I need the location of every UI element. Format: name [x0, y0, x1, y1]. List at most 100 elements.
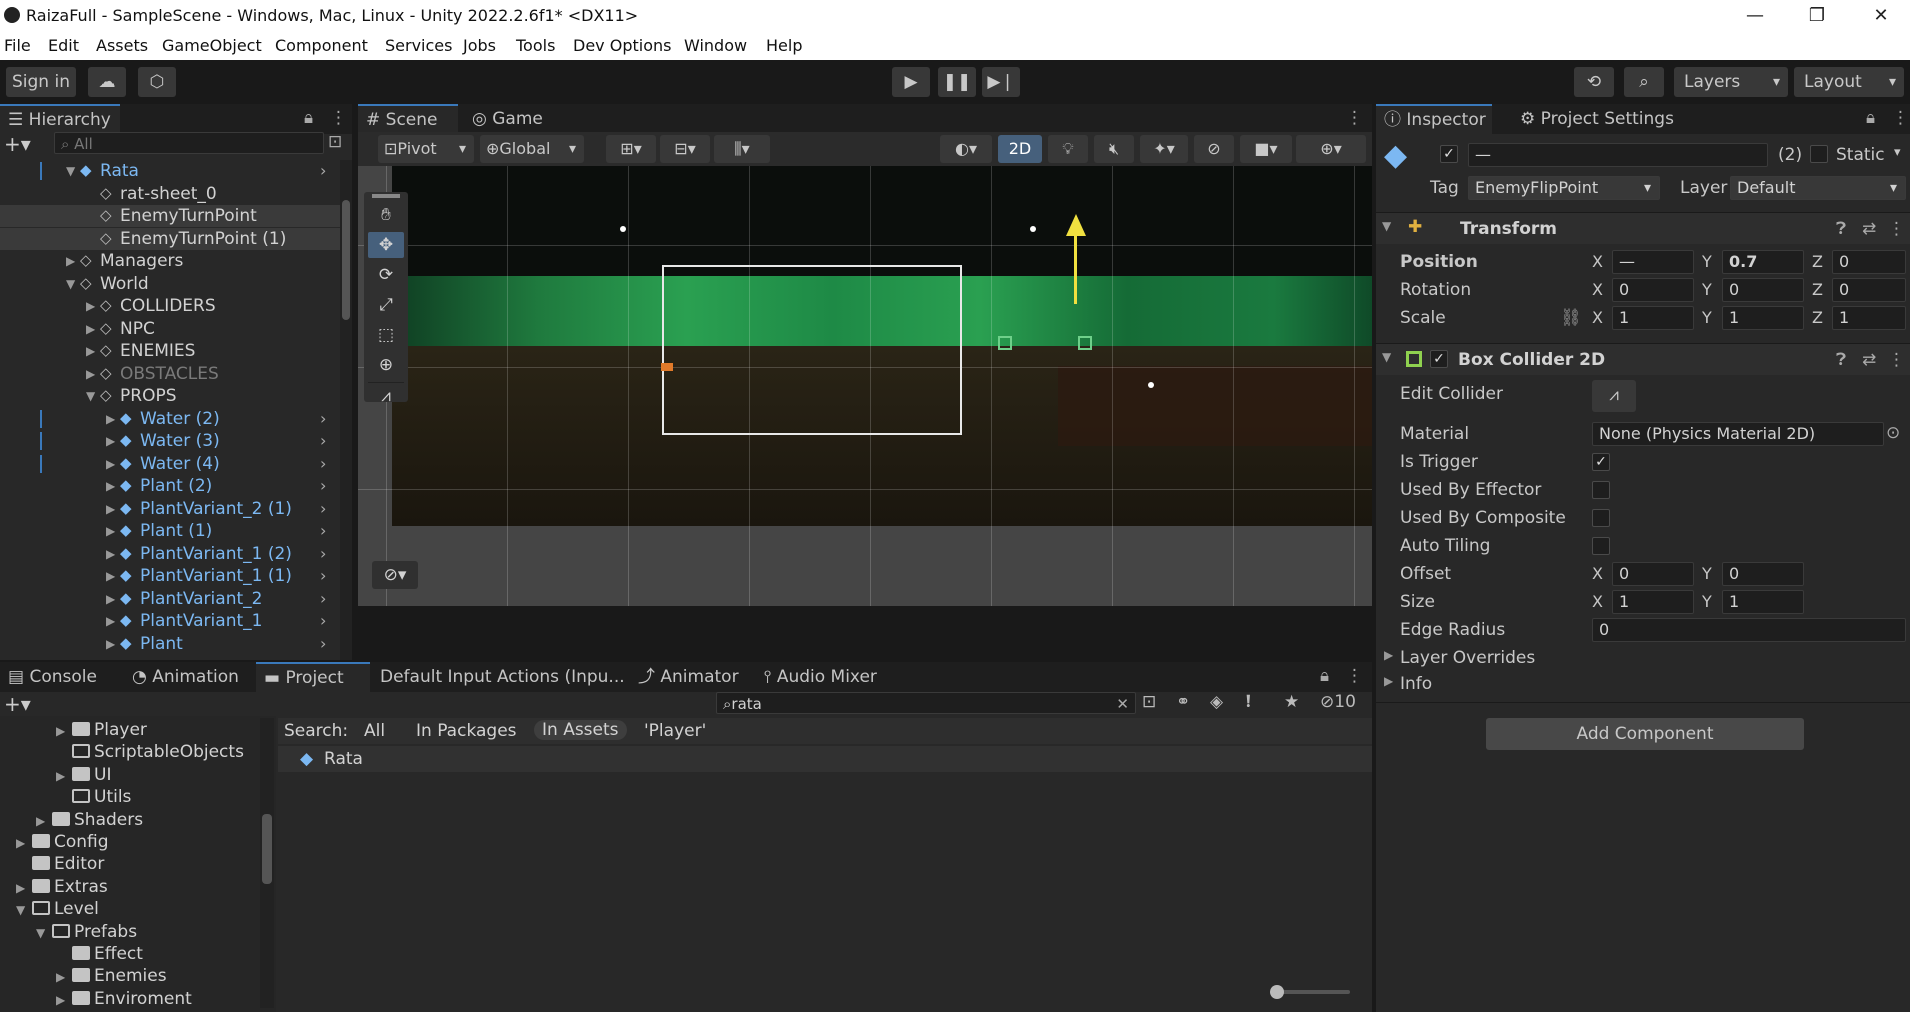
effects-icon[interactable]: ✦▾	[1140, 135, 1188, 163]
rotate-tool-icon[interactable]: ⟳	[368, 262, 404, 288]
open-prefab-icon[interactable]: ›	[320, 565, 326, 587]
lock-icon[interactable]: 🔒︎	[304, 108, 313, 128]
hierarchy-item[interactable]: ▶ ◆ PlantVariant_2 (1) ›	[0, 498, 340, 520]
menu-file[interactable]: File	[4, 36, 31, 55]
project-lock-icon[interactable]: 🔒︎	[1320, 666, 1329, 686]
hierarchy-search-input[interactable]: ⌕ All	[54, 132, 324, 154]
folder-item[interactable]: ▶ Player	[56, 719, 147, 741]
size-x-field[interactable]: 1	[1612, 590, 1694, 614]
scope-in-packages[interactable]: In Packages	[416, 721, 517, 741]
collapse-arrow-icon[interactable]: ▶	[106, 633, 115, 655]
sign-in-button[interactable]: Sign in	[6, 67, 76, 97]
camera-icon[interactable]: ■▾	[1240, 135, 1292, 163]
collapse-arrow-icon[interactable]: ▶	[56, 720, 72, 742]
move-gizmo-arrow[interactable]	[1066, 214, 1086, 236]
grid-snap-icon[interactable]: ⊞▾	[606, 135, 656, 163]
hierarchy-item[interactable]: ▶ ◆ PlantVariant_2 ›	[0, 588, 340, 610]
move-tool-icon[interactable]: ✥	[368, 232, 404, 258]
collapse-arrow-icon[interactable]: ▶	[106, 498, 115, 520]
hierarchy-item[interactable]: ▶ ◆ Plant (1) ›	[0, 520, 340, 542]
collapse-arrow-icon[interactable]: ▶	[56, 989, 72, 1011]
folder-item[interactable]: ▶ Extras	[16, 876, 108, 898]
offset-x-field[interactable]: 0	[1612, 562, 1694, 586]
folder-item[interactable]: ▶ UI	[56, 764, 111, 786]
collapse-arrow-icon[interactable]: ▶	[106, 453, 115, 475]
menu-component[interactable]: Component	[275, 36, 368, 55]
active-checkbox[interactable]: ✓	[1440, 145, 1458, 163]
collapse-arrow-icon[interactable]: ▶	[16, 832, 32, 854]
expand-arrow-icon[interactable]: ▼	[36, 922, 52, 944]
layout-dropdown[interactable]: Layout	[1794, 67, 1904, 97]
hierarchy-item[interactable]: ▶ ◆ Plant (2) ›	[0, 475, 340, 497]
scrollbar-thumb[interactable]	[262, 814, 272, 884]
open-prefab-icon[interactable]: ›	[320, 588, 326, 610]
create-asset-icon[interactable]: +▾	[4, 692, 31, 716]
hand-tool-icon[interactable]: ✋︎	[368, 202, 404, 228]
layer-dropdown[interactable]: Default	[1730, 176, 1906, 200]
hierarchy-item[interactable]: ◇ EnemyTurnPoint (1)	[0, 227, 340, 250]
scale-x-field[interactable]: 1	[1612, 306, 1694, 330]
collapse-arrow-icon[interactable]: ▶	[106, 408, 115, 430]
hierarchy-scrollbar[interactable]	[340, 160, 352, 660]
open-prefab-icon[interactable]: ›	[320, 160, 326, 182]
collapse-arrow-icon[interactable]: ▼	[1382, 350, 1391, 364]
collapse-arrow-icon[interactable]: ▶	[106, 520, 115, 542]
hierarchy-item[interactable]: ▶ ◇ COLLIDERS	[0, 295, 340, 317]
help-icon[interactable]: ❓︎	[1836, 219, 1846, 239]
rotation-z-field[interactable]: 0	[1832, 278, 1906, 302]
draw-mode-icon[interactable]: ◐▾	[940, 135, 992, 163]
open-prefab-icon[interactable]: ›	[320, 633, 326, 655]
close-button[interactable]: ✕	[1856, 2, 1906, 30]
open-prefab-icon[interactable]: ›	[320, 610, 326, 632]
hierarchy-item[interactable]: ▶ ◆ Water (2) ›	[0, 408, 340, 430]
label-icon[interactable]: ◈	[1210, 692, 1223, 712]
palette-grip[interactable]	[372, 194, 400, 198]
scene-more-icon[interactable]: ⋮	[1346, 108, 1363, 128]
open-prefab-icon[interactable]: ›	[320, 408, 326, 430]
folder-item[interactable]: ▼ Level	[16, 898, 99, 920]
collapse-arrow-icon[interactable]: ▶	[56, 765, 72, 787]
clear-search-icon[interactable]: ✕	[1116, 693, 1129, 713]
folder-tree-scrollbar[interactable]	[260, 718, 274, 1008]
tab-input-actions[interactable]: Default Input Actions (Inpu...	[372, 662, 625, 692]
lighting-icon[interactable]: 💡︎	[1048, 135, 1088, 163]
hierarchy-item[interactable]: ▶ ◆ PlantVariant_1 (2) ›	[0, 543, 340, 565]
icon-size-slider[interactable]	[1270, 985, 1350, 999]
expand-arrow-icon[interactable]: ▼	[66, 273, 75, 295]
open-prefab-icon[interactable]: ›	[320, 498, 326, 520]
history-icon[interactable]: ⟲	[1574, 67, 1614, 97]
folder-item[interactable]: ▶ Config	[16, 831, 109, 853]
menu-tools[interactable]: Tools	[516, 36, 555, 55]
hierarchy-item[interactable]: ▶ ◇ ENEMIES	[0, 340, 340, 362]
hierarchy-item[interactable]: ▶ ◆ Plant ›	[0, 633, 340, 655]
collab-icon[interactable]: ⬡	[138, 67, 176, 97]
collapse-arrow-icon[interactable]: ▶	[106, 610, 115, 632]
presets-icon[interactable]: ⇄	[1862, 350, 1876, 370]
custom-tool-icon[interactable]: ⩘	[368, 382, 404, 408]
open-prefab-icon[interactable]: ›	[320, 430, 326, 452]
is-trigger-checkbox[interactable]: ✓	[1592, 453, 1610, 471]
increment-snap-icon[interactable]: ⫼▾	[714, 135, 770, 163]
size-y-field[interactable]: 1	[1722, 590, 1804, 614]
hierarchy-item[interactable]: ◇ rat-sheet_0	[0, 183, 340, 205]
project-more-icon[interactable]: ⋮	[1346, 666, 1363, 686]
hierarchy-item[interactable]: ▶ ◇ Managers	[0, 250, 340, 272]
scope-all[interactable]: All	[364, 721, 385, 741]
offset-y-field[interactable]: 0	[1722, 562, 1804, 586]
rotation-x-field[interactable]: 0	[1612, 278, 1694, 302]
tab-game[interactable]: ◎ Game	[464, 104, 554, 134]
favorite-star-icon[interactable]: ★	[1284, 692, 1299, 712]
collapse-arrow-icon[interactable]: ▶	[86, 363, 95, 385]
collapse-arrow-icon[interactable]: ▶	[106, 543, 115, 565]
grid-visibility-icon[interactable]: ⊟▾	[660, 135, 710, 163]
warning-icon[interactable]: ❗︎	[1246, 692, 1251, 712]
box-collider-header[interactable]: ▼ ✓ Box Collider 2D ❓︎ ⇄ ⋮	[1376, 343, 1910, 375]
hierarchy-item[interactable]: ▼ ◆ Rata ›	[0, 160, 340, 182]
scale-y-field[interactable]: 1	[1722, 306, 1804, 330]
menu-services[interactable]: Services	[385, 36, 452, 55]
collapse-arrow-icon[interactable]: ▶	[56, 966, 72, 988]
hidden-packages-icon[interactable]: ⊘10	[1320, 692, 1356, 712]
orientation-overlay-icon[interactable]: ⊘▾	[372, 561, 418, 589]
folder-item[interactable]: Effect	[56, 943, 143, 965]
collapse-arrow-icon[interactable]: ▶	[106, 565, 115, 587]
